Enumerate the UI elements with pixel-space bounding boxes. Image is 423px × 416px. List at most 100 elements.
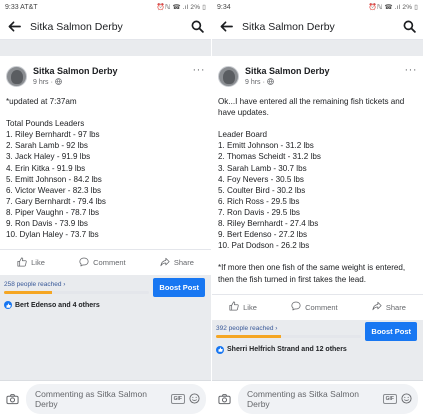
post-line: 7. Ron Davis - 29.5 lbs [218,207,300,217]
people-reached-link[interactable]: 258 people reached › [4,281,149,288]
post-actions: Like Comment Share [0,249,211,275]
thumbs-up-icon [17,257,27,269]
status-time: 9:34 [217,3,231,11]
post-line: 4. Erin Kitka - 91.9 lbs [6,163,86,173]
page-title: Sitka Salmon Derby [242,20,335,33]
avatar[interactable] [6,65,27,87]
post-line: Ok...I have entered all the remaining fi… [218,97,405,118]
post-line: 2. Sarah Lamb - 92 lbs [6,141,88,151]
page-title: Sitka Salmon Derby [30,20,123,33]
comment-button[interactable]: Comment [291,301,338,313]
boost-post-button[interactable]: Boost Post [365,322,417,342]
post-line: 3. Sarah Lamb - 30.7 lbs [218,163,307,173]
gif-icon[interactable]: GIF [382,393,397,404]
post-line: 7. Gary Bernhardt - 79.4 lbs [6,196,106,206]
post-author[interactable]: Sitka Salmon Derby [245,66,405,76]
right-screenshot: 9:34 ⏰ℕ ☎ .ıl 2% ▯ Sitka Salmon Derby Si… [212,0,423,416]
camera-icon[interactable] [217,392,231,406]
post-line: 3. Jack Haley - 91.9 lbs [6,152,91,162]
post-line: Leader Board [218,130,268,140]
camera-icon[interactable] [5,392,19,406]
globe-icon [267,77,274,87]
emoji-icon[interactable] [401,393,412,404]
post-line: 6. Rich Ross - 29.5 lbs [218,196,300,206]
emoji-icon[interactable] [189,393,200,404]
post-line: 5. Emitt Johnson - 84.2 lbs [6,174,102,184]
comment-bubble-icon [291,301,301,313]
reach-progress-fill [216,335,282,339]
share-arrow-icon [372,301,382,313]
post-body: *updated at 7:37am Total Pounds Leaders … [0,90,211,240]
post-line: Total Pounds Leaders [6,119,85,129]
post-line: 6. Victor Weaver - 82.3 lbs [6,185,102,195]
reactions-text: Sherri Helfrich Strand and 12 others [227,346,347,354]
back-arrow-icon[interactable] [6,19,22,35]
post-line: 8. Riley Bernhardt - 27.4 lbs [218,219,319,229]
post-actions: Like Comment Share [212,293,423,320]
thumbs-up-icon [229,301,239,313]
like-label: Like [243,302,257,312]
comment-input[interactable]: Commenting as Sitka Salmon Derby GIF [238,383,418,414]
reactions-summary[interactable]: Sherri Helfrich Strand and 12 others [212,342,423,360]
top-bar: Sitka Salmon Derby [0,14,211,40]
status-bar: 9:34 ⏰ℕ ☎ .ıl 2% ▯ [212,0,423,14]
comment-label: Comment [305,302,338,312]
boost-post-button[interactable]: Boost Post [153,277,205,297]
search-icon[interactable] [189,19,205,35]
share-label: Share [173,258,194,268]
reactions-summary[interactable]: Bert Edenso and 4 others [0,297,211,315]
post-header: Sitka Salmon Derby 9 hrs · ··· [212,56,423,90]
share-button[interactable]: Share [160,257,194,269]
status-bar: 9:33 AT&T ⏰ℕ ☎ .ıl 2% ▯ [0,0,211,14]
more-options-icon[interactable]: ··· [193,64,206,76]
post-line: 9. Bert Edenso - 27.2 lbs [218,230,308,240]
more-options-icon[interactable]: ··· [405,64,418,76]
globe-icon [55,77,62,87]
comment-input[interactable]: Commenting as Sitka Salmon Derby GIF [26,383,206,414]
reactions-text: Bert Edenso and 4 others [15,301,100,309]
share-button[interactable]: Share [372,301,406,313]
back-arrow-icon[interactable] [218,19,234,35]
post-line: 9. Ron Davis - 73.9 lbs [6,219,88,229]
left-screenshot: 9:33 AT&T ⏰ℕ ☎ .ıl 2% ▯ Sitka Salmon Der… [0,0,211,416]
post-line: 5. Coulter Bird - 30.2 lbs [218,185,306,195]
post-card: Sitka Salmon Derby 9 hrs · ··· Ok...I ha… [212,56,423,320]
post-line: 1. Emitt Johnson - 31.2 lbs [218,141,314,151]
post-line: *If more then one fish of the same weigh… [218,263,406,284]
comment-placeholder: Commenting as Sitka Salmon Derby [247,388,359,409]
comment-placeholder: Commenting as Sitka Salmon Derby [35,388,147,409]
like-button[interactable]: Like [17,257,45,269]
top-bar: Sitka Salmon Derby [212,14,423,40]
post-header: Sitka Salmon Derby 9 hrs · ··· [0,56,211,90]
reach-row: 258 people reached › Boost Post [0,275,211,297]
search-icon[interactable] [401,19,417,35]
reach-row: 392 people reached › Boost Post [212,320,423,342]
post-line: *updated at 7:37am [6,97,77,106]
like-reaction-icon [4,301,12,310]
people-reached-link[interactable]: 392 people reached › [216,325,361,332]
share-arrow-icon [160,257,170,269]
comment-composer: Commenting as Sitka Salmon Derby GIF [0,380,211,416]
like-label: Like [31,258,45,268]
post-line: 2. Thomas Scheidt - 31.2 lbs [218,152,321,162]
comment-bubble-icon [79,257,89,269]
post-author[interactable]: Sitka Salmon Derby [33,66,193,76]
post-line: 4. Foy Nevers - 30.5 lbs [218,174,304,184]
status-icons: ⏰ℕ ☎ .ıl 2% ▯ [368,4,418,11]
comment-composer: Commenting as Sitka Salmon Derby GIF [212,380,423,416]
avatar[interactable] [218,65,239,87]
post-timestamp: 9 hrs [33,78,49,86]
like-reaction-icon [216,345,224,354]
post-body: Ok...I have entered all the remaining fi… [212,90,423,285]
status-time: 9:33 AT&T [5,3,38,11]
share-label: Share [385,302,406,312]
reach-progress-bar [216,335,361,339]
reach-progress-fill [4,290,52,294]
like-button[interactable]: Like [229,301,257,313]
comment-label: Comment [93,258,126,268]
post-line: 10. Dylan Haley - 73.7 lbs [6,230,99,240]
post-line: 1. Riley Bernhardt - 97 lbs [6,130,100,140]
comment-button[interactable]: Comment [79,257,126,269]
status-icons: ⏰ℕ ☎ .ıl 2% ▯ [156,4,206,11]
gif-icon[interactable]: GIF [170,393,185,404]
